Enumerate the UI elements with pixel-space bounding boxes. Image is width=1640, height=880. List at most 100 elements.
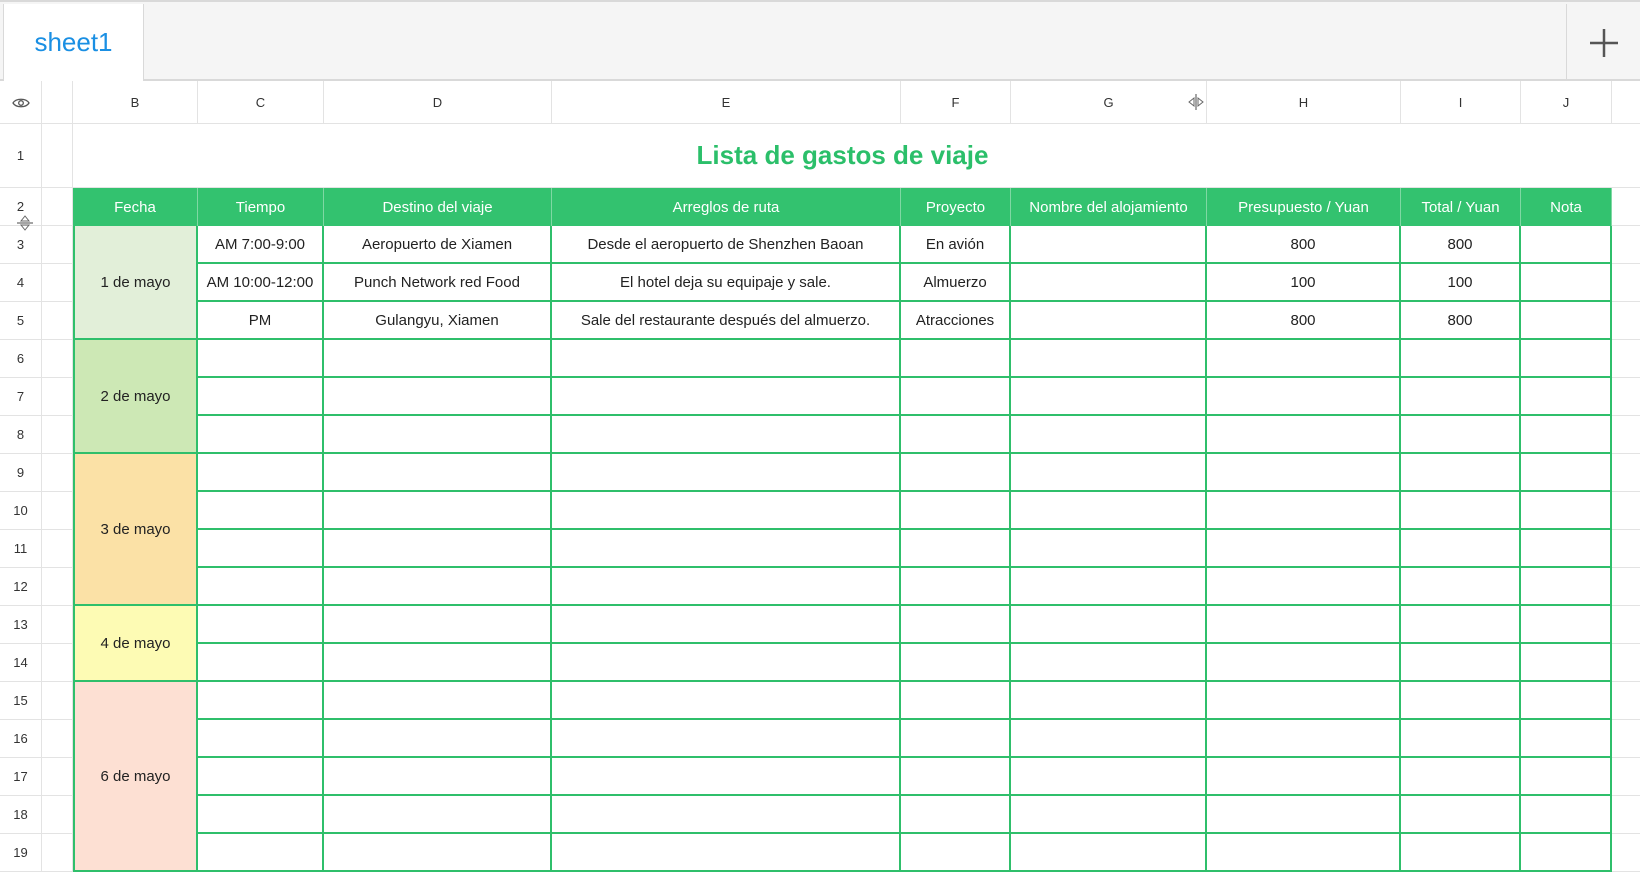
table-cell[interactable] [1011,834,1207,872]
table-cell[interactable] [198,720,324,758]
table-cell[interactable] [324,492,552,530]
table-header-cell[interactable]: Presupuesto / Yuan [1207,188,1401,226]
date-cell[interactable]: 6 de mayo [73,682,198,872]
table-cell[interactable]: Desde el aeropuerto de Shenzhen Baoan [552,226,901,264]
table-cell[interactable] [901,796,1011,834]
table-cell[interactable] [1207,606,1401,644]
row-header-11[interactable]: 11 [0,530,42,568]
table-cell[interactable]: Almuerzo [901,264,1011,302]
table-cell[interactable]: AM 10:00-12:00 [198,264,324,302]
row-header-10[interactable]: 10 [0,492,42,530]
table-cell[interactable] [1207,340,1401,378]
column-a-cell[interactable] [42,606,73,644]
table-cell[interactable] [1401,454,1521,492]
table-cell[interactable] [198,416,324,454]
column-k-cell[interactable] [1612,226,1640,264]
table-cell[interactable] [1011,264,1207,302]
table-cell[interactable] [552,378,901,416]
table-cell[interactable] [1401,492,1521,530]
table-cell[interactable] [1207,378,1401,416]
row-header-7[interactable]: 7 [0,378,42,416]
table-cell[interactable] [1207,492,1401,530]
row-header-16[interactable]: 16 [0,720,42,758]
column-k-cell[interactable] [1612,454,1640,492]
column-header-h[interactable]: H [1207,81,1401,124]
table-cell[interactable]: Gulangyu, Xiamen [324,302,552,340]
table-cell[interactable] [1011,302,1207,340]
column-a-cell[interactable] [42,796,73,834]
column-k-cell[interactable] [1612,302,1640,340]
table-cell[interactable] [1521,264,1612,302]
column-header-f[interactable]: F [901,81,1011,124]
table-cell[interactable] [552,340,901,378]
column-a-cell[interactable] [42,758,73,796]
table-cell[interactable] [1401,796,1521,834]
row-header-6[interactable]: 6 [0,340,42,378]
table-cell[interactable] [324,796,552,834]
column-a-cell[interactable] [42,530,73,568]
column-a-cell[interactable] [42,188,73,226]
table-cell[interactable] [901,340,1011,378]
table-cell[interactable] [552,530,901,568]
row-header-8[interactable]: 8 [0,416,42,454]
table-cell[interactable] [1207,758,1401,796]
table-cell[interactable] [1207,720,1401,758]
table-cell[interactable]: El hotel deja su equipaje y sale. [552,264,901,302]
table-cell[interactable] [552,644,901,682]
table-cell[interactable] [1401,378,1521,416]
table-cell[interactable] [1207,454,1401,492]
table-cell[interactable] [1011,720,1207,758]
column-resize-handle[interactable] [1187,93,1205,114]
table-cell[interactable] [198,644,324,682]
table-cell[interactable]: Aeropuerto de Xiamen [324,226,552,264]
table-cell[interactable] [198,758,324,796]
table-cell[interactable] [1011,340,1207,378]
table-cell[interactable] [901,568,1011,606]
table-cell[interactable] [901,834,1011,872]
visibility-toggle[interactable] [0,81,42,124]
table-cell[interactable] [552,416,901,454]
table-cell[interactable] [901,416,1011,454]
table-header-cell[interactable]: Fecha [73,188,198,226]
table-cell[interactable] [552,606,901,644]
table-cell[interactable] [1401,416,1521,454]
table-cell[interactable] [1401,340,1521,378]
table-cell[interactable] [1207,796,1401,834]
column-header-c[interactable]: C [198,81,324,124]
table-cell[interactable] [1401,834,1521,872]
table-cell[interactable] [198,378,324,416]
table-cell[interactable] [1011,226,1207,264]
table-header-cell[interactable]: Arreglos de ruta [552,188,901,226]
column-header-k[interactable] [1612,81,1640,124]
column-k-cell[interactable] [1612,124,1640,188]
table-cell[interactable] [1401,530,1521,568]
table-cell[interactable] [552,720,901,758]
table-cell[interactable] [1521,568,1612,606]
table-header-cell[interactable]: Proyecto [901,188,1011,226]
column-a-cell[interactable] [42,416,73,454]
column-a-cell[interactable] [42,378,73,416]
table-cell[interactable] [901,758,1011,796]
table-cell[interactable] [198,340,324,378]
table-cell[interactable]: En avión [901,226,1011,264]
table-cell[interactable] [198,530,324,568]
table-cell[interactable] [1521,302,1612,340]
row-header-14[interactable]: 14 [0,644,42,682]
table-cell[interactable]: 800 [1207,226,1401,264]
table-cell[interactable] [1521,758,1612,796]
column-k-cell[interactable] [1612,796,1640,834]
column-a-cell[interactable] [42,302,73,340]
column-header-i[interactable]: I [1401,81,1521,124]
table-cell[interactable] [1011,568,1207,606]
date-cell[interactable]: 3 de mayo [73,454,198,606]
sheet-tab-sheet1[interactable]: sheet1 [3,4,144,81]
row-header-15[interactable]: 15 [0,682,42,720]
table-cell[interactable] [1011,492,1207,530]
column-k-cell[interactable] [1612,530,1640,568]
row-header-5[interactable]: 5 [0,302,42,340]
column-header-e[interactable]: E [552,81,901,124]
table-cell[interactable] [1011,606,1207,644]
table-cell[interactable] [198,796,324,834]
row-header-18[interactable]: 18 [0,796,42,834]
table-cell[interactable] [1401,644,1521,682]
